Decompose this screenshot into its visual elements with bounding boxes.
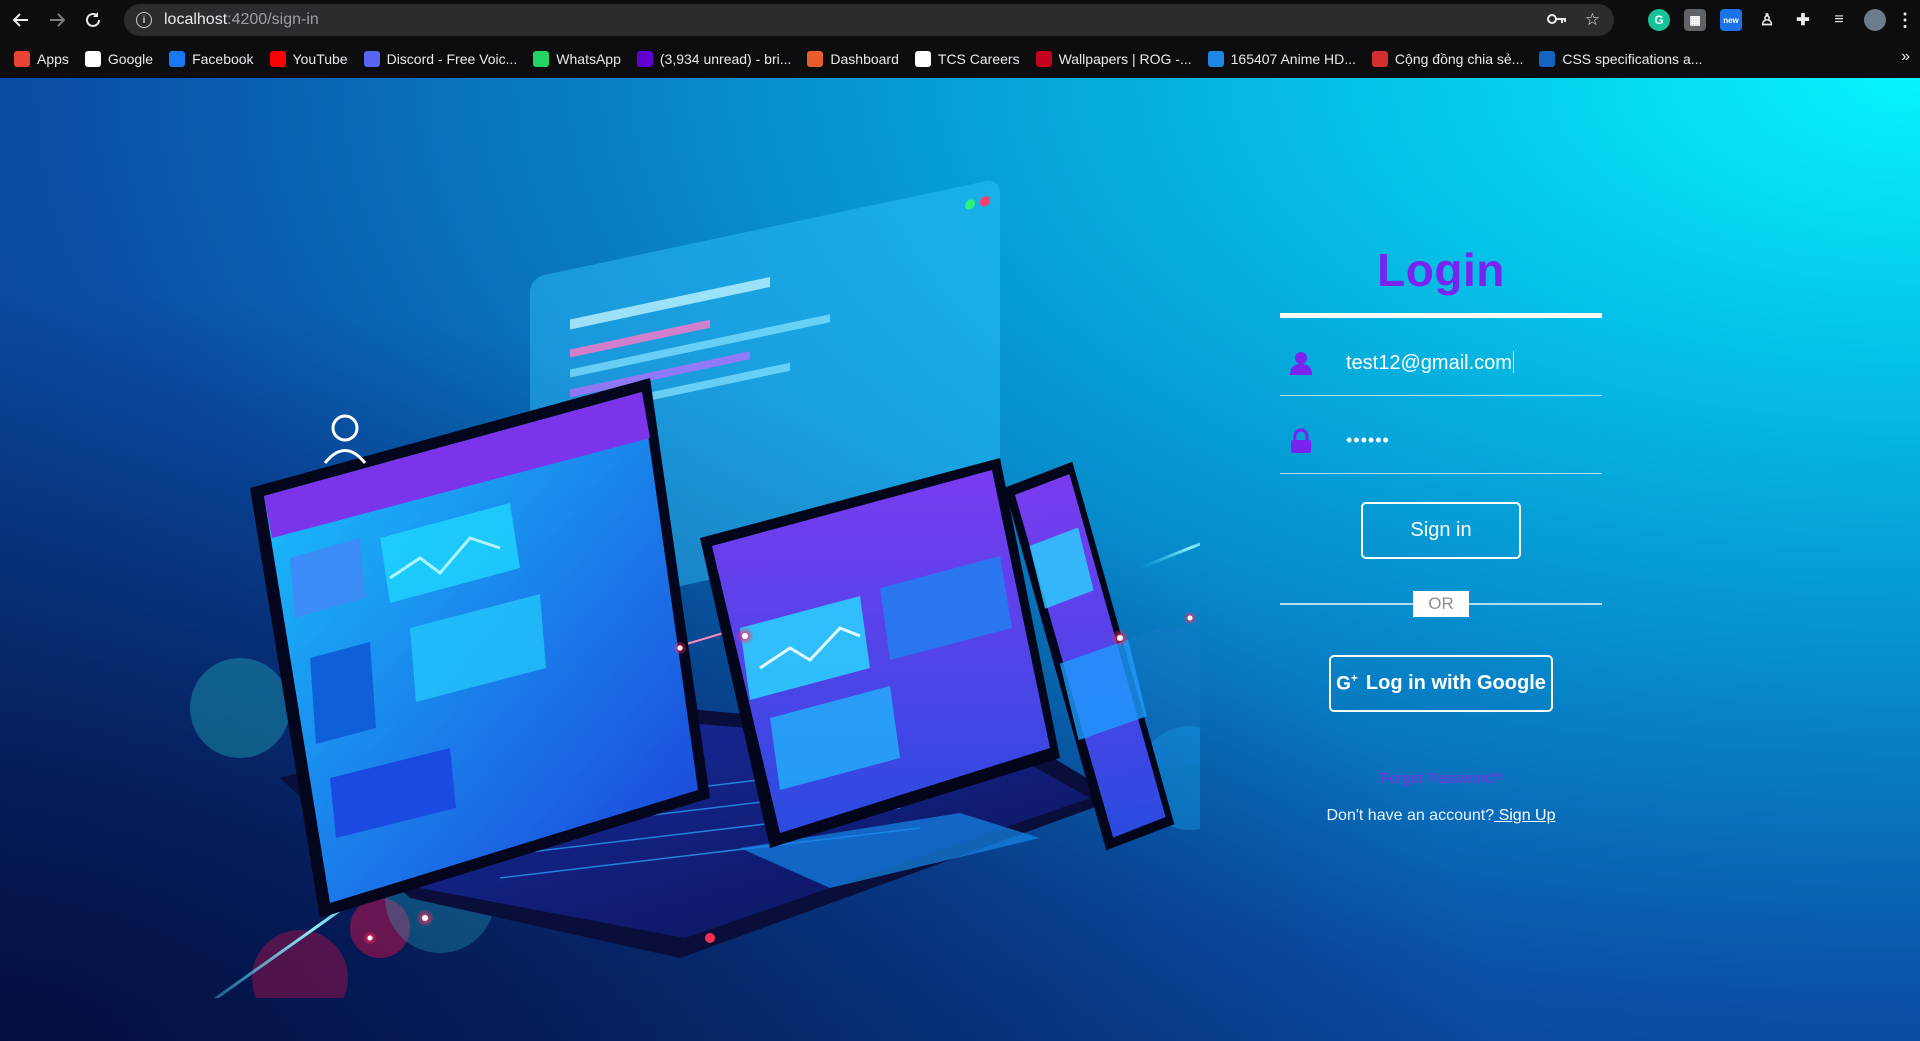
bookmarks-bar: Apps Google Facebook YouTube Discord - Free … bbox=[0, 40, 1920, 78]
forward-button[interactable] bbox=[42, 5, 72, 35]
bookmark-label: Apps bbox=[37, 51, 69, 67]
profile-extension-icon[interactable]: ♙ bbox=[1756, 9, 1778, 31]
login-panel: Login test12@gmail.com •••••• Sign in OR… bbox=[1280, 243, 1602, 825]
tcs-icon bbox=[914, 51, 931, 67]
discord-icon bbox=[363, 51, 380, 67]
key-icon[interactable] bbox=[1546, 10, 1567, 30]
login-title: Login bbox=[1377, 244, 1505, 296]
media-control-icon[interactable]: ≡ bbox=[1828, 9, 1850, 31]
bookmark-apps-grid[interactable]: Apps bbox=[14, 51, 69, 67]
bookmark-label: 165407 Anime HD... bbox=[1230, 51, 1356, 67]
rog-icon bbox=[1035, 51, 1052, 67]
password-field[interactable]: •••••• bbox=[1280, 396, 1602, 474]
avatar[interactable] bbox=[1864, 9, 1886, 31]
signup-prompt: Don't have an account? Sign Up bbox=[1280, 807, 1602, 825]
sign-in-page: Login test12@gmail.com •••••• Sign in OR… bbox=[0, 78, 1920, 1041]
mail-icon bbox=[636, 51, 653, 67]
forgot-password-link[interactable]: Forgot Password? bbox=[1280, 770, 1602, 787]
whatsapp-icon bbox=[533, 51, 550, 67]
back-button[interactable] bbox=[6, 5, 36, 35]
youtube-icon bbox=[269, 51, 286, 67]
password-input[interactable]: •••••• bbox=[1346, 430, 1390, 451]
bookmark-discord[interactable]: Discord - Free Voic... bbox=[363, 51, 518, 67]
bookmark-dashboard[interactable]: Dashboard bbox=[807, 51, 899, 67]
wallpaper-icon bbox=[1207, 51, 1224, 67]
dashboard-icon bbox=[807, 51, 824, 67]
bookmark-label: Discord - Free Voic... bbox=[386, 51, 518, 67]
bookmark-tcs[interactable]: TCS Careers bbox=[914, 51, 1020, 67]
apps-grid-icon bbox=[14, 51, 30, 67]
google-login-label: Log in with Google bbox=[1365, 672, 1546, 694]
bookmark-wallpaper[interactable]: 165407 Anime HD... bbox=[1207, 51, 1356, 67]
bookmark-rog[interactable]: Wallpapers | ROG -... bbox=[1035, 51, 1192, 67]
user-icon bbox=[1290, 352, 1312, 375]
arrow-left-icon bbox=[12, 13, 28, 27]
bookmarks-overflow-icon[interactable]: » bbox=[1901, 48, 1910, 66]
or-label: OR bbox=[1413, 591, 1469, 617]
url-text: localhost:4200/sign-in bbox=[164, 11, 319, 28]
bookmark-label: TCS Careers bbox=[937, 51, 1020, 67]
community-icon bbox=[1371, 51, 1388, 67]
gift-icon[interactable]: ▦ bbox=[1684, 9, 1706, 31]
lock-icon bbox=[1291, 428, 1311, 453]
text-caret bbox=[1512, 351, 1514, 373]
star-icon[interactable]: ☆ bbox=[1585, 10, 1600, 30]
no-account-text: Don't have an account? bbox=[1326, 807, 1495, 824]
bookmark-mail[interactable]: (3,934 unread) - bri... bbox=[636, 51, 792, 67]
arrow-right-icon bbox=[50, 13, 66, 27]
bookmark-label: Google bbox=[107, 51, 154, 67]
facebook-icon bbox=[169, 51, 186, 67]
grammarly-icon[interactable]: G bbox=[1648, 9, 1670, 31]
address-bar[interactable]: i localhost:4200/sign-in ☆ bbox=[124, 4, 1614, 36]
bookmark-css[interactable]: CSS specifications a... bbox=[1539, 51, 1702, 67]
bookmark-google[interactable]: Google bbox=[84, 51, 154, 67]
devices-illustration bbox=[190, 180, 1200, 998]
bookmark-community[interactable]: Cộng đồng chia sẻ... bbox=[1371, 51, 1524, 67]
browser-toolbar: i localhost:4200/sign-in ☆ G ▦ new ♙ ✚ ≡… bbox=[0, 0, 1920, 40]
google-login-button[interactable]: G+ Log in with Google bbox=[1329, 655, 1553, 712]
email-field[interactable]: test12@gmail.com bbox=[1280, 318, 1602, 396]
bookmark-label: Wallpapers | ROG -... bbox=[1058, 51, 1192, 67]
css-icon bbox=[1539, 51, 1556, 67]
bookmark-label: YouTube bbox=[292, 51, 348, 67]
email-input[interactable]: test12@gmail.com bbox=[1346, 351, 1514, 375]
sign-up-link[interactable]: Sign Up bbox=[1494, 807, 1556, 824]
menu-kebab-icon[interactable]: ⋮ bbox=[1896, 9, 1914, 31]
google-plus-icon: G+ bbox=[1336, 671, 1358, 695]
bookmark-youtube[interactable]: YouTube bbox=[269, 51, 348, 67]
reload-button[interactable] bbox=[78, 5, 108, 35]
bookmark-label: WhatsApp bbox=[556, 51, 621, 67]
bookmark-label: Cộng đồng chia sẻ... bbox=[1394, 51, 1524, 67]
reload-icon bbox=[86, 12, 100, 27]
or-divider: OR bbox=[1280, 589, 1602, 617]
site-info-icon[interactable]: i bbox=[136, 12, 152, 28]
bookmark-label: Facebook bbox=[192, 51, 254, 67]
bookmark-facebook[interactable]: Facebook bbox=[169, 51, 254, 67]
extensions-bar: G ▦ new ♙ ✚ ≡ ⋮ bbox=[1648, 4, 1914, 36]
new-extension-icon[interactable]: new bbox=[1720, 9, 1742, 31]
sign-in-button[interactable]: Sign in bbox=[1361, 502, 1521, 559]
bookmark-whatsapp[interactable]: WhatsApp bbox=[533, 51, 621, 67]
puzzle-icon[interactable]: ✚ bbox=[1792, 9, 1814, 31]
bookmark-label: CSS specifications a... bbox=[1562, 51, 1703, 67]
bookmark-label: (3,934 unread) - bri... bbox=[659, 51, 792, 67]
google-icon bbox=[84, 51, 101, 67]
bookmark-label: Dashboard bbox=[830, 51, 899, 67]
